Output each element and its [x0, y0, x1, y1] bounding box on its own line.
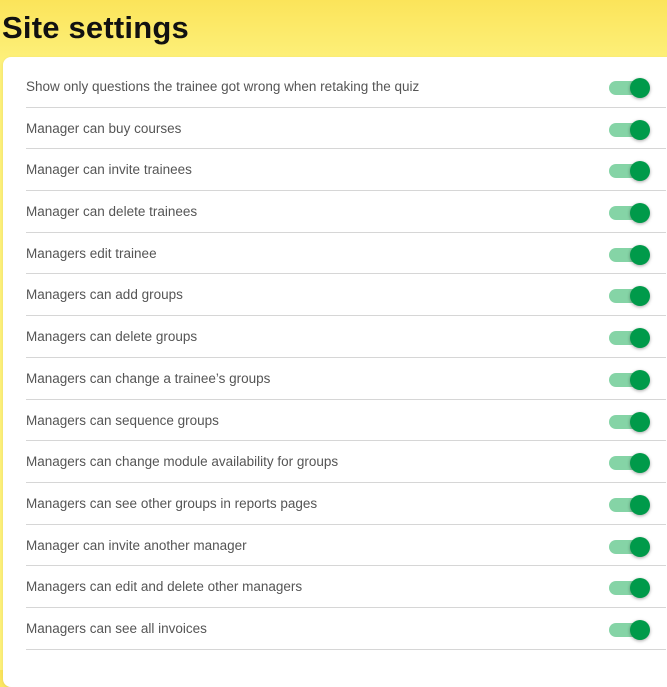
page-title: Site settings	[2, 10, 189, 45]
setting-label: Managers can see all invoices	[26, 620, 207, 636]
toggle-thumb	[630, 161, 650, 182]
setting-label: Managers can see other groups in reports…	[26, 495, 318, 511]
toggle-switch[interactable]	[607, 78, 651, 98]
setting-row-invite-trainees: Manager can invite trainees	[26, 149, 666, 192]
settings-card: Show only questions the trainee got wron…	[3, 57, 667, 687]
toggle-switch[interactable]	[607, 578, 651, 599]
toggle-thumb	[630, 328, 650, 349]
toggle-thumb	[630, 536, 650, 557]
toggle-switch[interactable]	[607, 494, 651, 515]
setting-label: Managers can change a trainee’s groups	[26, 370, 271, 386]
page-header: Site settings	[0, 0, 667, 57]
setting-row-change-trainee-groups: Managers can change a trainee’s groups	[26, 358, 666, 400]
toggle-thumb	[630, 244, 650, 265]
setting-row-delete-groups: Managers can delete groups	[26, 316, 666, 358]
setting-label: Manager can buy courses	[26, 120, 182, 136]
toggle-thumb	[630, 578, 650, 599]
toggle-thumb	[630, 119, 650, 140]
setting-label: Manager can delete trainees	[26, 204, 198, 220]
setting-row-retake-wrong-only: Show only questions the trainee got wron…	[26, 66, 666, 108]
toggle-thumb	[630, 619, 650, 640]
setting-row-edit-trainee: Managers edit trainee	[26, 233, 666, 275]
setting-label: Managers can sequence groups	[26, 412, 219, 428]
toggle-switch[interactable]	[607, 244, 651, 265]
toggle-thumb	[630, 78, 650, 98]
setting-row-invite-manager: Manager can invite another manager	[26, 525, 666, 567]
toggle-thumb	[630, 453, 650, 474]
setting-row-edit-delete-managers: Managers can edit and delete other manag…	[26, 566, 666, 608]
setting-row-delete-trainees: Manager can delete trainees	[26, 191, 666, 233]
setting-row-sequence-groups: Managers can sequence groups	[26, 400, 666, 442]
toggle-switch[interactable]	[607, 536, 651, 557]
setting-label: Managers can add groups	[26, 287, 183, 303]
setting-row-buy-courses: Manager can buy courses	[26, 108, 666, 150]
setting-label: Managers can change module availability …	[26, 454, 339, 470]
settings-list: Show only questions the trainee got wron…	[26, 66, 666, 650]
toggle-switch[interactable]	[607, 119, 651, 140]
toggle-thumb	[630, 494, 650, 515]
toggle-thumb	[630, 286, 650, 307]
toggle-switch[interactable]	[607, 203, 651, 224]
toggle-switch[interactable]	[607, 453, 651, 474]
toggle-switch[interactable]	[607, 161, 651, 182]
setting-label: Managers edit trainee	[26, 245, 157, 261]
setting-row-see-invoices: Managers can see all invoices	[26, 608, 666, 650]
toggle-switch[interactable]	[607, 286, 651, 307]
setting-label: Managers can delete groups	[26, 329, 198, 345]
setting-label: Managers can edit and delete other manag…	[26, 579, 303, 595]
setting-label: Manager can invite another manager	[26, 537, 247, 553]
setting-label: Manager can invite trainees	[26, 162, 192, 178]
toggle-switch[interactable]	[607, 411, 651, 432]
setting-row-see-other-groups: Managers can see other groups in reports…	[26, 483, 666, 525]
toggle-thumb	[630, 411, 650, 432]
setting-row-module-availability: Managers can change module availability …	[26, 441, 666, 483]
toggle-switch[interactable]	[607, 328, 651, 349]
toggle-switch[interactable]	[607, 619, 651, 640]
setting-label: Show only questions the trainee got wron…	[26, 79, 420, 94]
toggle-thumb	[630, 369, 650, 390]
toggle-switch[interactable]	[607, 369, 651, 390]
setting-row-add-groups: Managers can add groups	[26, 274, 666, 317]
toggle-thumb	[630, 203, 650, 224]
